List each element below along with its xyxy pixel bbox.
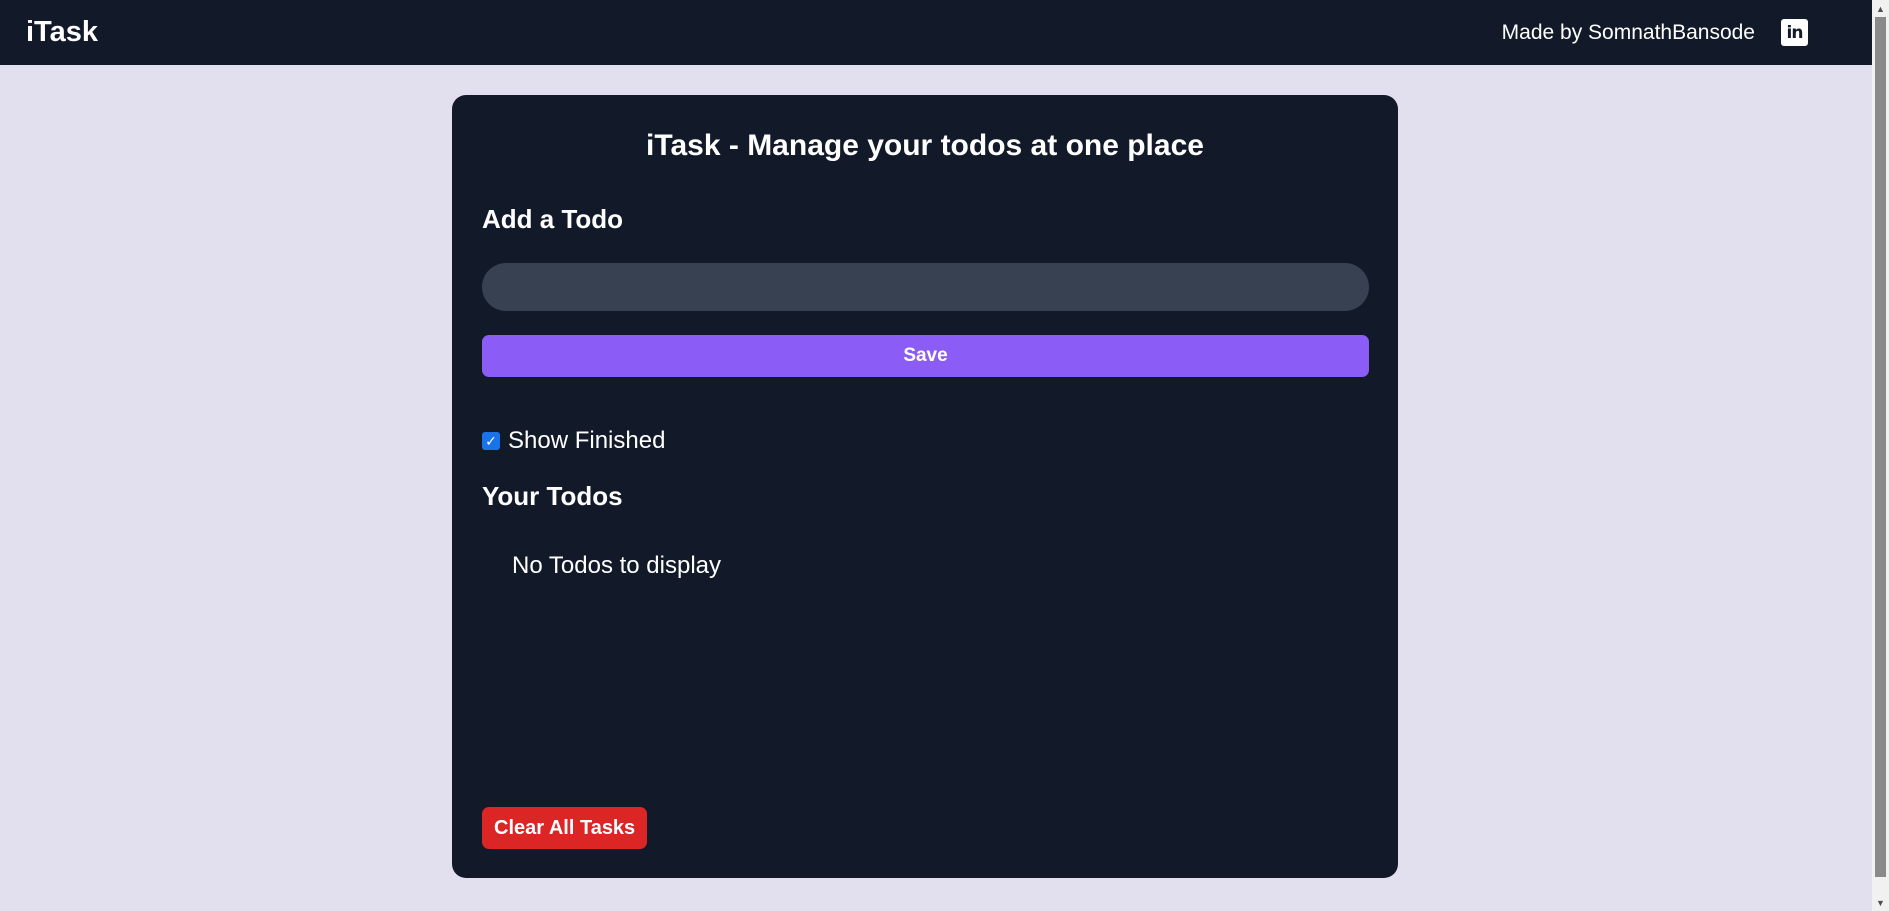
scroll-up-arrow-icon[interactable]: ▲ xyxy=(1872,0,1889,17)
show-finished-checkbox[interactable]: ✓ xyxy=(482,432,500,450)
show-finished-label: Show Finished xyxy=(508,427,666,454)
brand-logo[interactable]: iTask xyxy=(26,16,98,49)
save-button[interactable]: Save xyxy=(482,335,1369,377)
made-by-text: Made by SomnathBansode xyxy=(1501,20,1755,44)
add-todo-heading: Add a Todo xyxy=(482,204,624,234)
show-finished-toggle[interactable]: ✓ Show Finished xyxy=(482,427,665,455)
navbar: iTask Made by SomnathBansode in xyxy=(0,0,1872,65)
your-todos-heading: Your Todos xyxy=(482,481,623,511)
page-title: iTask - Manage your todos at one place xyxy=(646,129,1204,162)
scrollbar-thumb[interactable] xyxy=(1875,17,1886,877)
todo-input[interactable] xyxy=(482,263,1369,311)
linkedin-icon[interactable]: in xyxy=(1781,19,1808,46)
vertical-scrollbar[interactable]: ▲ ▼ xyxy=(1872,0,1889,911)
empty-todos-message: No Todos to display xyxy=(512,552,722,579)
linkedin-glyph: in xyxy=(1786,22,1804,43)
navbar-right: Made by SomnathBansode in xyxy=(1502,19,1808,46)
clear-all-tasks-button[interactable]: Clear All Tasks xyxy=(482,807,648,849)
todo-card: iTask - Manage your todos at one place A… xyxy=(452,95,1398,878)
scroll-down-arrow-icon[interactable]: ▼ xyxy=(1872,894,1889,911)
